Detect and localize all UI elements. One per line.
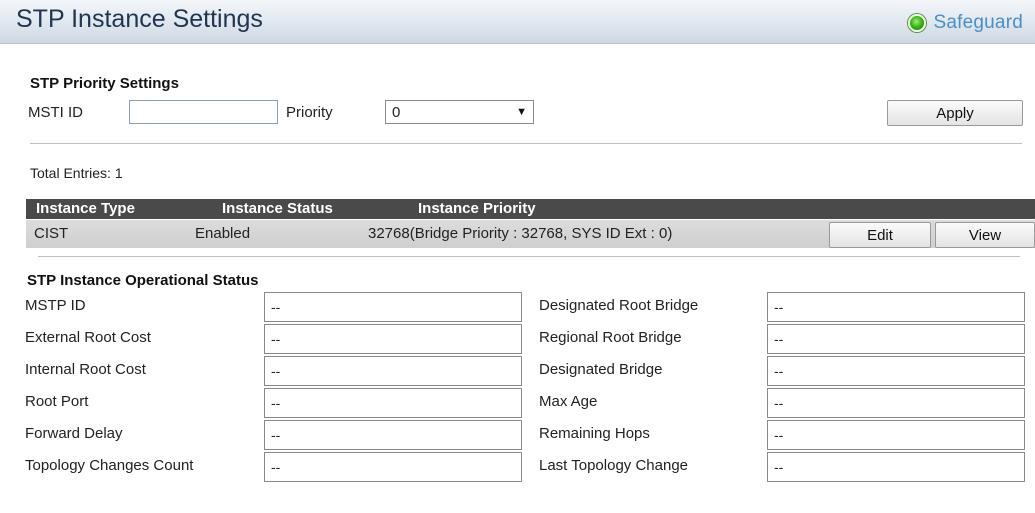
external-root-cost-value: -- bbox=[264, 324, 522, 354]
column-header: Instance Status bbox=[222, 200, 333, 217]
designated-bridge-value: -- bbox=[767, 356, 1025, 386]
column-header: Instance Priority bbox=[418, 200, 536, 217]
forward-delay-label: Forward Delay bbox=[25, 425, 123, 442]
remaining-hops-value: -- bbox=[767, 420, 1025, 450]
instance-priority-cell: 32768(Bridge Priority : 32768, SYS ID Ex… bbox=[368, 225, 673, 242]
root-port-value: -- bbox=[264, 388, 522, 418]
designated-bridge-label: Designated Bridge bbox=[539, 361, 663, 378]
regional-root-bridge-label: Regional Root Bridge bbox=[539, 329, 682, 346]
priority-select-value: 0 bbox=[392, 103, 401, 121]
last-topology-change-value: -- bbox=[767, 452, 1025, 482]
safeguard-label: Safeguard bbox=[933, 12, 1023, 33]
msti-id-label: MSTI ID bbox=[28, 104, 83, 121]
priority-label: Priority bbox=[286, 104, 333, 121]
safeguard-status-led-icon bbox=[907, 14, 926, 32]
column-header: Instance Type bbox=[36, 200, 135, 217]
view-button[interactable]: View bbox=[935, 222, 1035, 248]
priority-select[interactable]: 0 ▼ bbox=[385, 100, 534, 124]
external-root-cost-label: External Root Cost bbox=[25, 329, 151, 346]
operational-status-title: STP Instance Operational Status bbox=[27, 272, 259, 289]
remaining-hops-label: Remaining Hops bbox=[539, 425, 650, 442]
page-header: STP Instance Settings Safeguard bbox=[0, 0, 1035, 44]
max-age-label: Max Age bbox=[539, 393, 598, 410]
max-age-value: -- bbox=[767, 388, 1025, 418]
divider bbox=[30, 143, 1022, 145]
regional-root-bridge-value: -- bbox=[767, 324, 1025, 354]
forward-delay-value: -- bbox=[264, 420, 522, 450]
instance-status-cell: Enabled bbox=[195, 225, 251, 242]
page-title: STP Instance Settings bbox=[16, 5, 263, 33]
priority-settings-title: STP Priority Settings bbox=[30, 75, 179, 92]
msti-id-input[interactable] bbox=[129, 100, 278, 124]
instance-type-cell: CIST bbox=[34, 225, 69, 242]
safeguard-indicator[interactable]: Safeguard bbox=[907, 11, 1023, 35]
internal-root-cost-value: -- bbox=[264, 356, 522, 386]
designated-root-bridge-value: -- bbox=[767, 292, 1025, 322]
edit-button[interactable]: Edit bbox=[829, 222, 931, 248]
topology-changes-count-label: Topology Changes Count bbox=[25, 457, 194, 474]
mstp-id-label: MSTP ID bbox=[25, 297, 86, 314]
root-port-label: Root Port bbox=[25, 393, 89, 410]
designated-root-bridge-label: Designated Root Bridge bbox=[539, 297, 699, 314]
table-header: Instance Type Instance Status Instance P… bbox=[26, 199, 1035, 219]
last-topology-change-label: Last Topology Change bbox=[539, 457, 689, 474]
topology-changes-count-value: -- bbox=[264, 452, 522, 482]
mstp-id-value: -- bbox=[264, 292, 522, 322]
apply-button[interactable]: Apply bbox=[887, 100, 1023, 126]
dropdown-arrow-icon: ▼ bbox=[516, 106, 527, 118]
internal-root-cost-label: Internal Root Cost bbox=[25, 361, 146, 378]
total-entries: Total Entries: 1 bbox=[30, 165, 123, 181]
divider bbox=[38, 256, 1020, 258]
